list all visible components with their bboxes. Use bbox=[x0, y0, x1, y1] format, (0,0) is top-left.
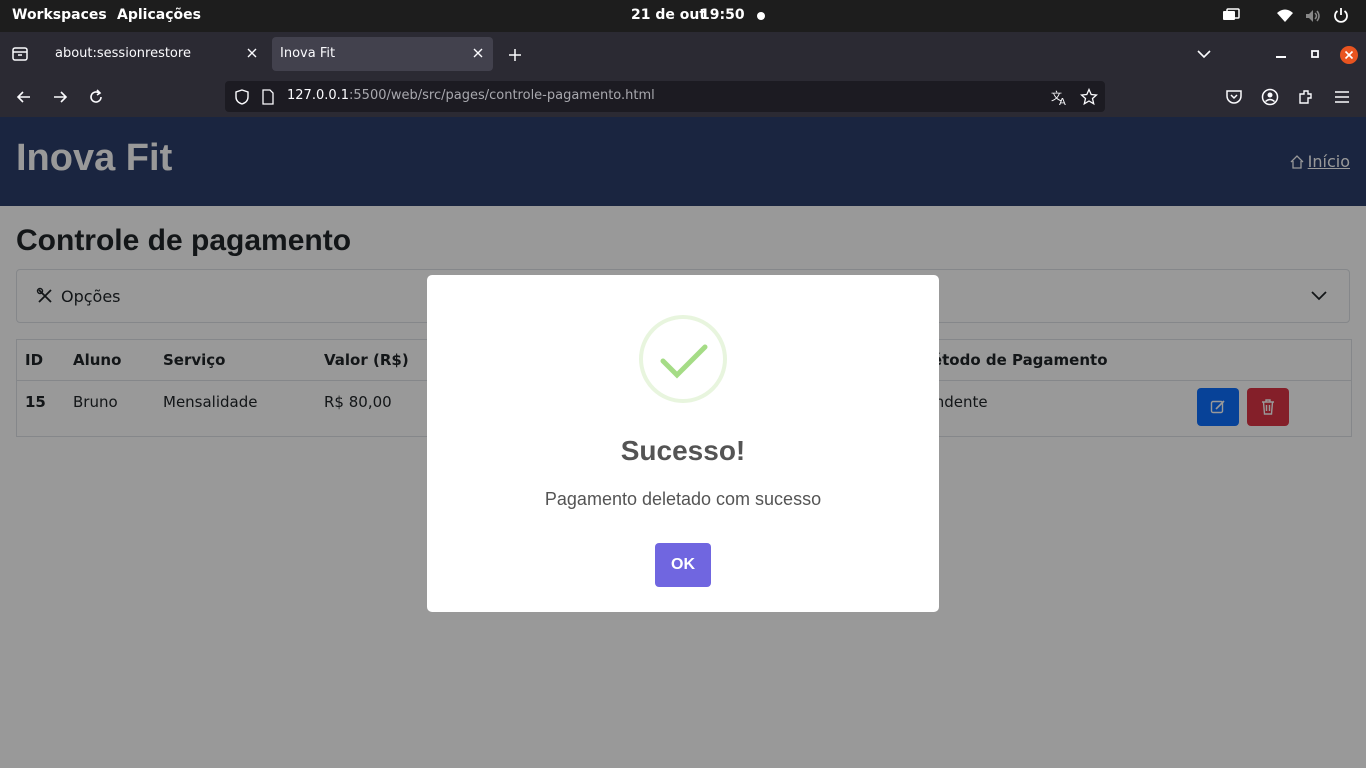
wifi-icon[interactable] bbox=[1276, 8, 1294, 24]
close-tab-icon[interactable] bbox=[471, 46, 485, 60]
success-dialog: Sucesso! Pagamento deletado com sucesso … bbox=[427, 275, 939, 612]
page-icon[interactable] bbox=[261, 89, 275, 105]
close-tab-icon[interactable] bbox=[245, 46, 259, 60]
tab-label: about:sessionrestore bbox=[55, 46, 191, 61]
new-tab-icon[interactable] bbox=[507, 47, 523, 63]
close-window-icon[interactable] bbox=[1340, 46, 1358, 64]
url-bar[interactable]: 127.0.0.1:5500/web/src/pages/controle-pa… bbox=[225, 81, 1105, 112]
forward-icon[interactable] bbox=[51, 88, 69, 106]
notification-dot-icon bbox=[757, 12, 765, 20]
reload-icon[interactable] bbox=[87, 88, 105, 106]
dialog-message: Pagamento deletado com sucesso bbox=[544, 489, 822, 509]
tab-sessionrestore[interactable]: about:sessionrestore bbox=[45, 37, 267, 71]
list-all-tabs-icon[interactable] bbox=[1196, 47, 1212, 61]
clock-date[interactable]: 21 de out bbox=[631, 7, 706, 23]
browser-nav-bar: 127.0.0.1:5500/web/src/pages/controle-pa… bbox=[0, 76, 1366, 117]
account-icon[interactable] bbox=[1261, 88, 1279, 106]
volume-icon[interactable] bbox=[1304, 8, 1322, 24]
tab-inova-fit[interactable]: Inova Fit bbox=[272, 37, 493, 71]
dialog-title: Sucesso! bbox=[620, 435, 746, 466]
system-top-bar: Workspaces Aplicações 21 de out 19:50 bbox=[0, 0, 1366, 32]
browser-tab-strip: about:sessionrestore Inova Fit bbox=[0, 32, 1366, 76]
power-icon[interactable] bbox=[1333, 7, 1349, 23]
tab-manager-icon[interactable] bbox=[11, 45, 29, 63]
applications-button[interactable]: Aplicações bbox=[117, 7, 201, 23]
menu-icon[interactable] bbox=[1333, 88, 1351, 106]
ok-button[interactable]: OK bbox=[655, 543, 711, 587]
extensions-icon[interactable] bbox=[1297, 88, 1315, 106]
workspaces-button[interactable]: Workspaces bbox=[12, 7, 107, 23]
minimize-window-icon[interactable] bbox=[1275, 50, 1287, 60]
bookmark-star-icon[interactable] bbox=[1080, 88, 1098, 106]
screen-icon[interactable] bbox=[1222, 8, 1240, 24]
pocket-icon[interactable] bbox=[1225, 88, 1243, 106]
shield-icon[interactable] bbox=[234, 89, 250, 105]
url-host: 127.0.0.1 bbox=[287, 88, 350, 103]
success-check-icon bbox=[639, 315, 727, 403]
url-text[interactable]: 127.0.0.1:5500/web/src/pages/controle-pa… bbox=[287, 88, 655, 103]
back-icon[interactable] bbox=[15, 88, 33, 106]
maximize-window-icon[interactable] bbox=[1309, 48, 1321, 60]
svg-text:A: A bbox=[1059, 97, 1066, 106]
translate-icon[interactable]: 文A bbox=[1051, 88, 1069, 106]
url-path: :5500/web/src/pages/controle-pagamento.h… bbox=[349, 88, 655, 103]
clock-time[interactable]: 19:50 bbox=[700, 7, 745, 23]
tab-label: Inova Fit bbox=[280, 46, 336, 61]
